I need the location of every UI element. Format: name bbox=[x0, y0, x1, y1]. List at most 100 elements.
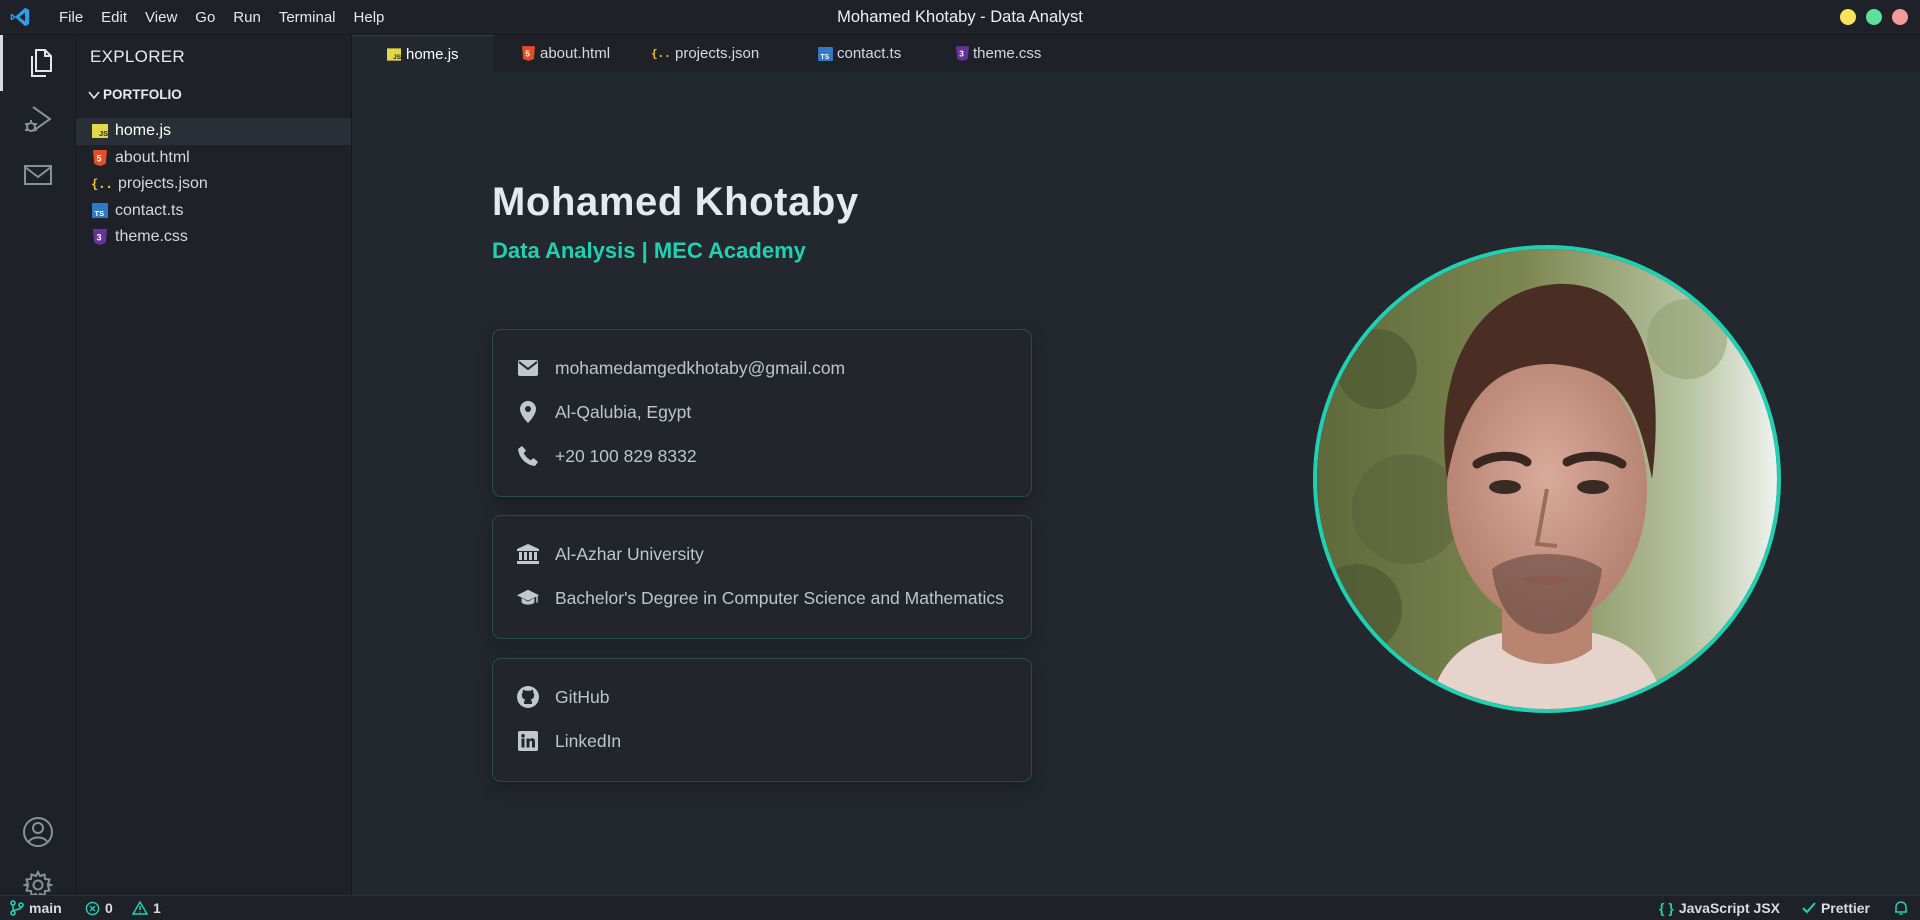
editor-tabs: JS home.js 5 about.html {..} projects.js… bbox=[352, 35, 1920, 72]
html-file-icon: 5 bbox=[90, 149, 110, 167]
file-item-home-js[interactable]: JS home.js bbox=[76, 118, 351, 145]
profile-name: Mohamed Khotaby bbox=[492, 180, 859, 224]
account-icon bbox=[23, 817, 53, 847]
menu-run[interactable]: Run bbox=[224, 9, 270, 26]
portfolio-folder[interactable]: PORTFOLIO bbox=[88, 87, 182, 102]
file-name: theme.css bbox=[115, 228, 188, 246]
branch-indicator[interactable]: main bbox=[10, 900, 62, 916]
tab-label: projects.json bbox=[675, 45, 760, 62]
files-icon bbox=[30, 49, 52, 77]
tab-projects-json[interactable]: {..} projects.json bbox=[632, 35, 784, 72]
bell-icon bbox=[1895, 901, 1907, 915]
error-icon bbox=[85, 901, 100, 915]
ts-file-icon: TS bbox=[90, 202, 110, 220]
tab-contact-ts[interactable]: TS contact.ts bbox=[784, 35, 916, 72]
file-name: projects.json bbox=[118, 175, 208, 193]
branch-name: main bbox=[29, 900, 62, 916]
prettier-label: Prettier bbox=[1820, 900, 1870, 916]
tab-label: home.js bbox=[406, 45, 459, 63]
file-item-about-html[interactable]: 5 about.html bbox=[76, 145, 351, 172]
braces-icon: { } bbox=[1659, 900, 1674, 916]
activity-bar bbox=[0, 35, 76, 900]
title-bar: File Edit View Go Run Terminal Help Moha… bbox=[0, 0, 1920, 35]
file-name: contact.ts bbox=[115, 201, 184, 219]
svg-text:{..}: {..} bbox=[91, 177, 113, 191]
github-link[interactable]: GitHub bbox=[517, 686, 609, 708]
menu-file[interactable]: File bbox=[50, 9, 92, 26]
phone-icon bbox=[517, 445, 539, 467]
check-icon bbox=[1802, 902, 1816, 914]
errors-indicator[interactable]: 0 bbox=[85, 900, 113, 916]
profile-subtitle: Data Analysis | MEC Academy bbox=[492, 238, 806, 263]
notifications-button[interactable] bbox=[1894, 900, 1908, 916]
ts-file-icon: TS bbox=[818, 45, 833, 63]
explorer-title: EXPLORER bbox=[90, 47, 185, 66]
warning-count: 1 bbox=[153, 900, 161, 916]
close-button[interactable] bbox=[1892, 9, 1908, 25]
explorer-sidebar: EXPLORER PORTFOLIO JS home.js 5 about.ht… bbox=[76, 35, 352, 895]
json-file-icon: {..} bbox=[90, 175, 113, 193]
tab-theme-css[interactable]: 3 theme.css bbox=[916, 35, 1056, 72]
svg-text:{..}: {..} bbox=[651, 47, 671, 60]
university-icon bbox=[517, 543, 539, 565]
education-card: Al-Azhar University Bachelor's Degree in… bbox=[492, 515, 1032, 639]
account-activity-button[interactable] bbox=[0, 804, 76, 860]
language-label: JavaScript JSX bbox=[1678, 900, 1780, 916]
menu-help[interactable]: Help bbox=[345, 9, 394, 26]
phone-text: +20 100 829 8332 bbox=[555, 445, 697, 466]
js-file-icon: JS bbox=[386, 45, 402, 63]
svg-text:JS: JS bbox=[393, 53, 401, 60]
language-mode[interactable]: { } JavaScript JSX bbox=[1659, 900, 1780, 916]
tab-home-js[interactable]: JS home.js bbox=[352, 35, 494, 72]
degree-row: Bachelor's Degree in Computer Science an… bbox=[517, 587, 1004, 609]
university-text: Al-Azhar University bbox=[555, 543, 704, 564]
tab-label: theme.css bbox=[973, 45, 1042, 62]
minimize-button[interactable] bbox=[1840, 9, 1856, 25]
tab-label: about.html bbox=[540, 45, 611, 62]
explorer-activity-button[interactable] bbox=[0, 35, 76, 91]
css-file-icon: 3 bbox=[956, 45, 969, 63]
svg-text:JS: JS bbox=[99, 129, 108, 138]
menu-terminal[interactable]: Terminal bbox=[270, 9, 345, 26]
vscode-logo-icon bbox=[0, 0, 40, 35]
phone-row[interactable]: +20 100 829 8332 bbox=[517, 445, 697, 467]
js-file-icon: JS bbox=[90, 122, 110, 140]
email-row[interactable]: mohamedamgedkhotaby@gmail.com bbox=[517, 357, 845, 379]
contact-card: mohamedamgedkhotaby@gmail.com Al-Qalubia… bbox=[492, 329, 1032, 497]
university-row: Al-Azhar University bbox=[517, 543, 704, 565]
tab-label: contact.ts bbox=[837, 45, 902, 62]
file-item-projects-json[interactable]: {..} projects.json bbox=[76, 171, 351, 198]
warnings-indicator[interactable]: 1 bbox=[132, 900, 161, 916]
file-item-contact-ts[interactable]: TS contact.ts bbox=[76, 198, 351, 225]
file-item-theme-css[interactable]: 3 theme.css bbox=[76, 224, 351, 251]
menu-go[interactable]: Go bbox=[186, 9, 224, 26]
linkedin-text: LinkedIn bbox=[555, 730, 622, 751]
svg-text:3: 3 bbox=[97, 233, 102, 243]
prettier-status[interactable]: Prettier bbox=[1802, 900, 1870, 916]
file-name: home.js bbox=[115, 122, 172, 140]
menu-edit[interactable]: Edit bbox=[92, 9, 136, 26]
error-count: 0 bbox=[105, 900, 113, 916]
status-bar: main 0 1 { } JavaScript JSX Prettier bbox=[0, 895, 1920, 920]
location-pin-icon bbox=[517, 401, 539, 423]
run-debug-activity-button[interactable] bbox=[0, 91, 76, 147]
warning-icon bbox=[132, 901, 148, 915]
links-card: GitHub LinkedIn bbox=[492, 658, 1032, 782]
window-controls bbox=[1840, 9, 1908, 25]
file-name: about.html bbox=[115, 148, 190, 166]
profile-photo bbox=[1313, 245, 1781, 713]
json-file-icon: {..} bbox=[650, 45, 671, 63]
run-debug-icon bbox=[25, 106, 52, 132]
svg-text:TS: TS bbox=[820, 54, 829, 61]
github-icon bbox=[517, 686, 539, 708]
contact-activity-button[interactable] bbox=[0, 147, 76, 203]
graduation-cap-icon bbox=[517, 587, 539, 609]
maximize-button[interactable] bbox=[1866, 9, 1882, 25]
degree-text: Bachelor's Degree in Computer Science an… bbox=[555, 587, 1004, 608]
linkedin-link[interactable]: LinkedIn bbox=[517, 730, 621, 752]
svg-text:3: 3 bbox=[959, 49, 964, 59]
file-list: JS home.js 5 about.html {..} projects.js… bbox=[76, 118, 351, 251]
menu-view[interactable]: View bbox=[136, 9, 186, 26]
chevron-down-icon bbox=[88, 90, 100, 99]
tab-about-html[interactable]: 5 about.html bbox=[494, 35, 632, 72]
